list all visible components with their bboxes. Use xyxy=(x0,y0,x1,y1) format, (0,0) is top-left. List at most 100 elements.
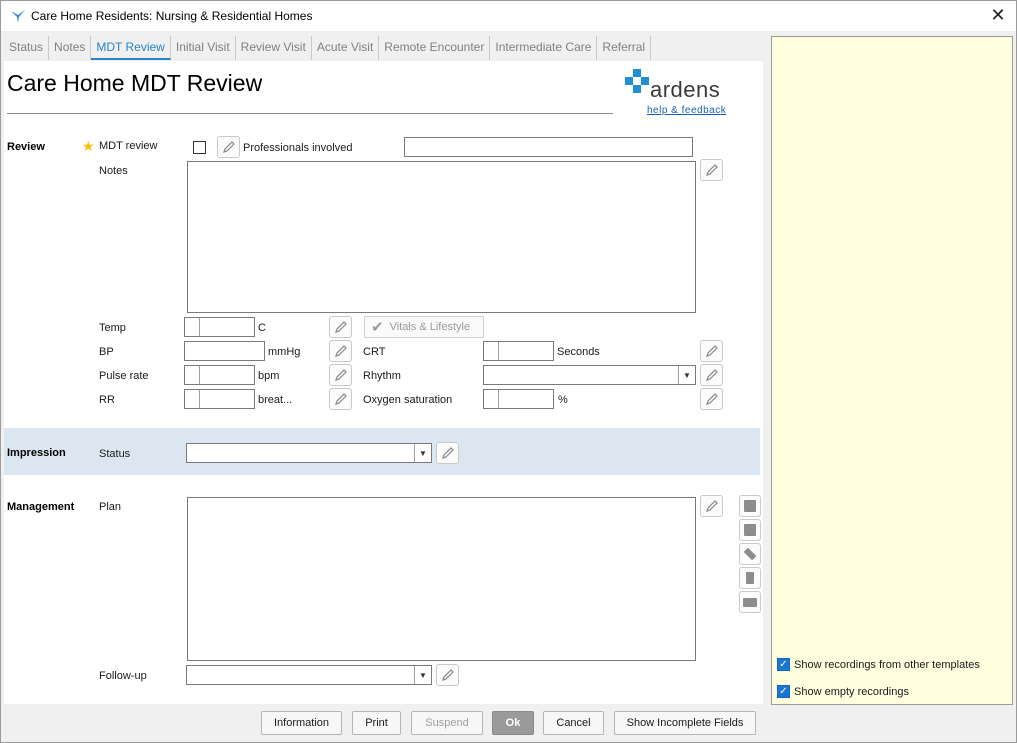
pencil-icon xyxy=(705,164,718,176)
close-icon[interactable]: ✕ xyxy=(986,4,1010,28)
tab-notes[interactable]: Notes xyxy=(49,36,92,60)
followup-dropdown[interactable]: ▼ xyxy=(186,665,432,685)
notes-textarea[interactable] xyxy=(187,161,696,313)
followup-pencil-button[interactable] xyxy=(436,664,459,686)
pencil-icon xyxy=(334,345,347,357)
status-pencil-button[interactable] xyxy=(436,442,459,464)
tab-referral[interactable]: Referral xyxy=(597,36,652,60)
show-empty-row[interactable]: ✓ Show empty recordings xyxy=(777,685,909,698)
rr-label: RR xyxy=(99,394,115,406)
tab-intermediate-care[interactable]: Intermediate Care xyxy=(490,36,598,60)
vitals-lifestyle-button[interactable]: ✔ Vitals & Lifestyle xyxy=(364,316,484,338)
title-divider xyxy=(7,113,613,114)
show-other-templates-label: Show recordings from other templates xyxy=(794,658,980,671)
plan-label: Plan xyxy=(99,501,122,513)
pulse-unit: bpm xyxy=(258,370,280,382)
information-button[interactable]: Information xyxy=(261,711,342,735)
notes-label: Notes xyxy=(99,165,128,177)
plan-pencil-button[interactable] xyxy=(700,495,723,517)
ardens-logo: ardens xyxy=(623,67,733,107)
show-empty-checkbox[interactable]: ✓ xyxy=(777,685,790,698)
title-bar: Care Home Residents: Nursing & Residenti… xyxy=(1,1,1016,31)
pulse-pencil-button[interactable] xyxy=(329,364,352,386)
temp-label: Temp xyxy=(99,322,126,334)
pencil-icon xyxy=(334,321,347,333)
mdt-review-label: MDT review xyxy=(99,140,158,152)
printer-icon xyxy=(743,597,757,607)
professionals-label: Professionals involved xyxy=(243,142,353,154)
pencil-icon xyxy=(334,369,347,381)
pencil-icon xyxy=(441,669,454,681)
crt-unit: Seconds xyxy=(557,346,600,358)
o2-label: Oxygen saturation xyxy=(363,394,453,406)
ardens-cross-icon xyxy=(625,69,649,93)
temp-input[interactable] xyxy=(184,317,255,337)
pencil-icon xyxy=(705,345,718,357)
pencil-icon xyxy=(705,500,718,512)
pencil-icon xyxy=(441,447,454,459)
notes-pencil-button[interactable] xyxy=(700,159,723,181)
chevron-down-icon: ▼ xyxy=(678,366,695,384)
tab-mdt-review[interactable]: MDT Review xyxy=(91,36,171,60)
star-icon: ★ xyxy=(82,138,95,154)
crt-pencil-button[interactable] xyxy=(700,340,723,362)
print-button[interactable]: Print xyxy=(352,711,401,735)
temp-pencil-button[interactable] xyxy=(329,316,352,338)
bp-label: BP xyxy=(99,346,114,358)
show-incomplete-button[interactable]: Show Incomplete Fields xyxy=(614,711,756,735)
pencil-icon xyxy=(334,393,347,405)
vitals-lifestyle-label: Vitals & Lifestyle xyxy=(389,321,471,333)
mdt-review-pencil-button[interactable] xyxy=(217,136,240,158)
tab-acute-visit[interactable]: Acute Visit xyxy=(312,36,380,60)
rhythm-dropdown[interactable]: ▼ xyxy=(483,365,696,385)
crt-input[interactable] xyxy=(483,341,554,361)
bp-pencil-button[interactable] xyxy=(329,340,352,362)
show-other-templates-checkbox[interactable]: ✓ xyxy=(777,658,790,671)
tab-review-visit[interactable]: Review Visit xyxy=(236,36,312,60)
mdt-review-checkbox[interactable] xyxy=(193,141,206,154)
bp-unit: mmHg xyxy=(268,346,301,358)
form-area: Care Home MDT Review ardens help & feedb… xyxy=(4,61,763,704)
professionals-input[interactable] xyxy=(404,137,693,157)
calendar-tool-button[interactable] xyxy=(739,495,761,517)
o2-unit: % xyxy=(558,394,568,406)
page-title: Care Home MDT Review xyxy=(7,70,263,96)
chevron-down-icon: ▼ xyxy=(414,666,431,684)
pulse-input[interactable] xyxy=(184,365,255,385)
o2-pencil-button[interactable] xyxy=(700,388,723,410)
recordings-panel: ✓ Show recordings from other templates ✓… xyxy=(771,36,1013,705)
printer-tool-button[interactable] xyxy=(739,591,761,613)
temp-unit: C xyxy=(258,322,266,334)
tab-status[interactable]: Status xyxy=(4,36,50,60)
cancel-button[interactable]: Cancel xyxy=(543,711,604,735)
rr-input[interactable] xyxy=(184,389,255,409)
crt-label: CRT xyxy=(363,346,386,358)
template-dialog: Care Home Residents: Nursing & Residenti… xyxy=(0,0,1017,743)
rr-pencil-button[interactable] xyxy=(329,388,352,410)
show-other-templates-row[interactable]: ✓ Show recordings from other templates xyxy=(777,658,980,671)
bp-input[interactable] xyxy=(184,341,265,361)
help-feedback-link[interactable]: help & feedback xyxy=(647,105,726,116)
document-tool-button[interactable] xyxy=(739,519,761,541)
status-label: Status xyxy=(99,448,131,460)
section-review: Review xyxy=(7,141,45,153)
calendar-icon xyxy=(744,500,756,512)
pulse-label: Pulse rate xyxy=(99,370,149,382)
pencil-icon xyxy=(705,369,718,381)
o2-input[interactable] xyxy=(483,389,554,409)
rr-unit: breat... xyxy=(258,394,293,406)
tab-initial-visit[interactable]: Initial Visit xyxy=(171,36,236,60)
logo-text: ardens xyxy=(650,77,721,102)
show-empty-label: Show empty recordings xyxy=(794,685,909,698)
tab-remote-encounter[interactable]: Remote Encounter xyxy=(379,36,491,60)
rhythm-pencil-button[interactable] xyxy=(700,364,723,386)
suspend-button[interactable]: Suspend xyxy=(411,711,483,735)
followup-label: Follow-up xyxy=(99,670,147,682)
plan-textarea[interactable] xyxy=(187,497,696,661)
ok-button[interactable]: Ok xyxy=(492,711,534,735)
status-dropdown[interactable]: ▼ xyxy=(186,443,432,463)
bandage-tool-button[interactable] xyxy=(739,543,761,565)
medication-tool-button[interactable] xyxy=(739,567,761,589)
rhythm-label: Rhythm xyxy=(363,370,401,382)
bandage-icon xyxy=(743,547,757,561)
